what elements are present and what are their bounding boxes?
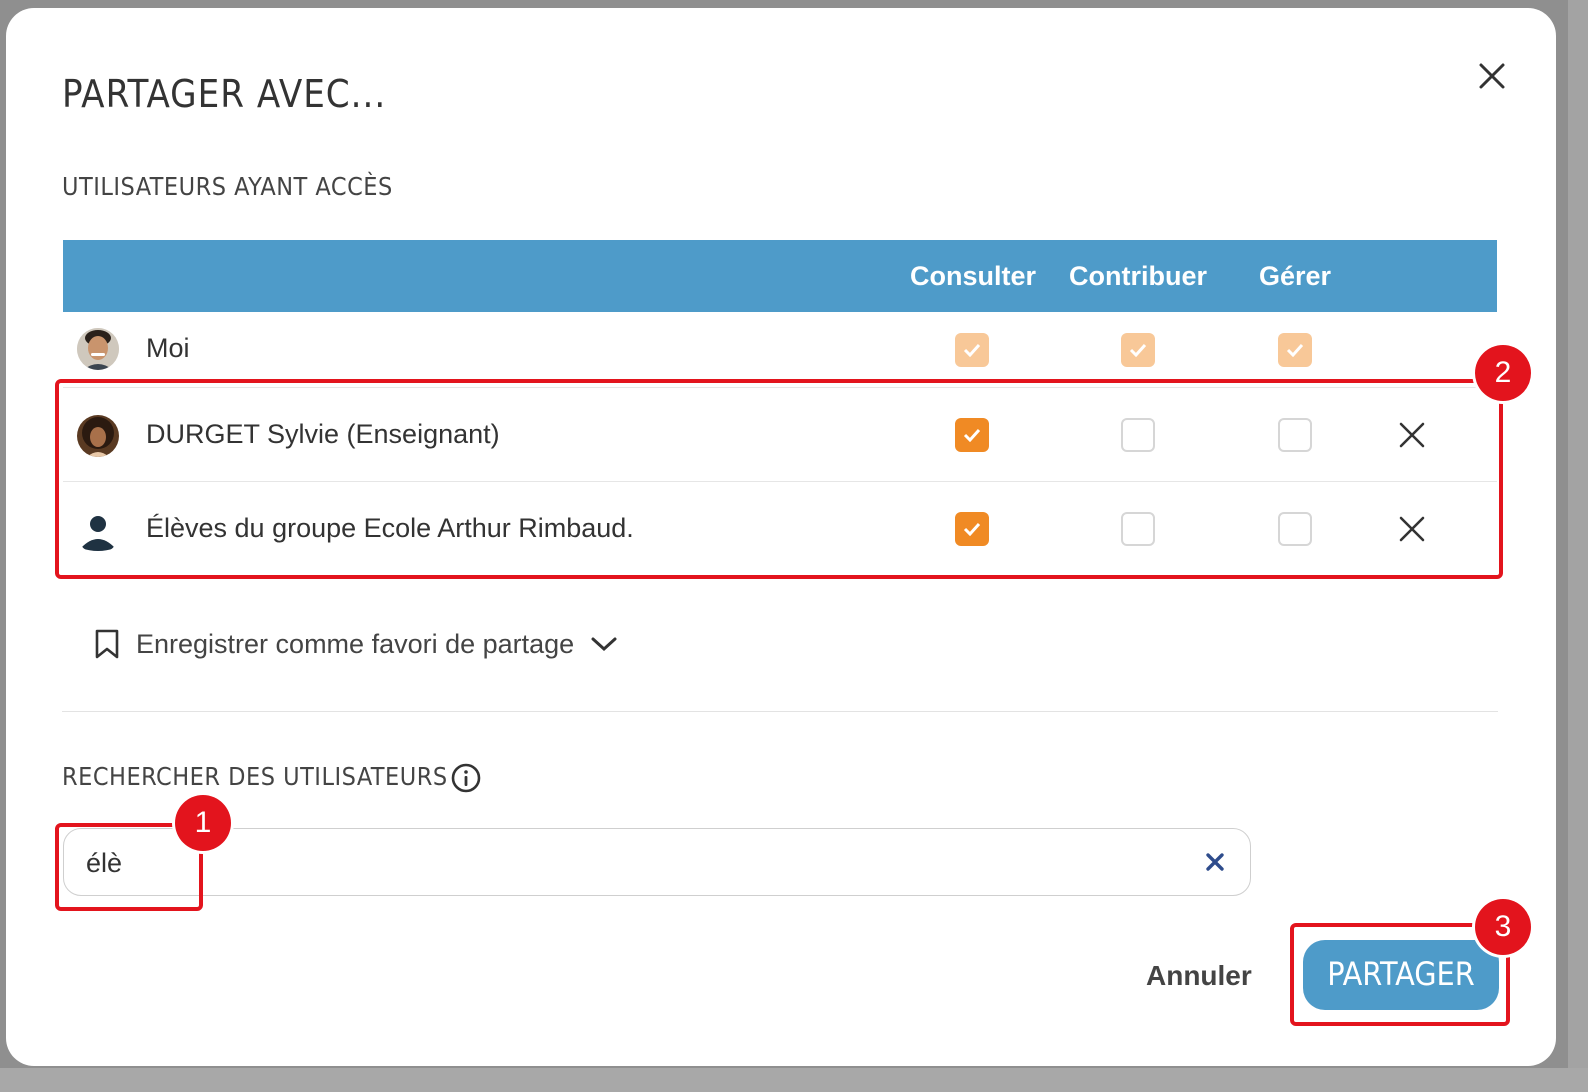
column-consulter: Consulter	[909, 261, 1036, 291]
checkbox-contribuer	[1121, 333, 1155, 367]
annotation-badge: 2	[1475, 345, 1531, 401]
annotation-badge: 3	[1475, 899, 1531, 955]
annotation-badge: 1	[175, 795, 231, 851]
page-backdrop-bottom	[0, 1068, 1588, 1092]
save-favorite-toggle[interactable]: Enregistrer comme favori de partage	[94, 618, 618, 670]
search-field	[63, 828, 1251, 897]
chevron-down-icon	[591, 637, 617, 652]
save-favorite-label: Enregistrer comme favori de partage	[136, 628, 575, 659]
divider	[62, 711, 1498, 712]
table-row: Moi	[63, 312, 1497, 388]
cancel-button[interactable]: Annuler	[1136, 948, 1262, 1004]
page-backdrop	[1568, 0, 1588, 1092]
avatar	[77, 328, 119, 370]
clear-search-button[interactable]	[1200, 847, 1230, 877]
search-input[interactable]	[84, 829, 1168, 897]
checkbox-gerer	[1278, 333, 1312, 367]
close-icon	[1479, 63, 1505, 89]
dialog-title: PARTAGER AVEC...	[62, 72, 387, 116]
column-contribuer: Contribuer	[1069, 261, 1207, 291]
column-gerer: Gérer	[1258, 261, 1332, 291]
table-header: Consulter Contribuer Gérer	[63, 240, 1497, 312]
close-icon	[1206, 853, 1224, 871]
row-name: Moi	[146, 333, 190, 363]
info-icon[interactable]	[450, 762, 482, 794]
search-section-title: RECHERCHER DES UTILISATEURS	[62, 762, 448, 791]
bookmark-icon	[95, 629, 119, 659]
access-section-title: UTILISATEURS AYANT ACCÈS	[62, 172, 393, 201]
close-button[interactable]	[1472, 56, 1512, 96]
checkbox-consulter	[955, 333, 989, 367]
annotation-box	[55, 379, 1503, 579]
